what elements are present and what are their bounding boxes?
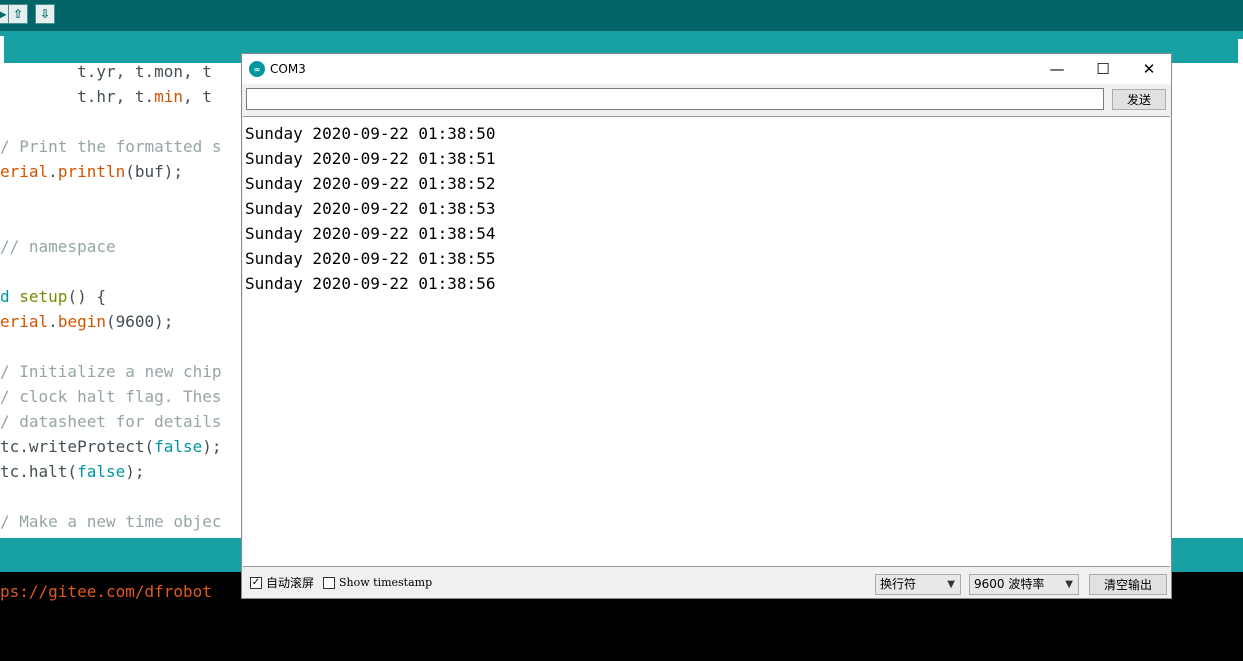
baud-value: 9600 波特率 bbox=[974, 577, 1045, 591]
save-icon[interactable]: ⇩ bbox=[35, 4, 55, 24]
code-token: d bbox=[0, 287, 20, 306]
code-token: false bbox=[154, 437, 203, 456]
autoscroll-checkbox[interactable]: ✓ bbox=[250, 577, 262, 589]
code-token: , t bbox=[183, 87, 212, 106]
chevron-down-icon: ▼ bbox=[1065, 579, 1073, 590]
code-token: erial bbox=[0, 162, 49, 181]
ide-toolbar: ▶ ⇧ ⇩ bbox=[0, 0, 1243, 31]
code-token: / Initialize a new chip bbox=[0, 362, 222, 381]
code-line: / datasheet for details bbox=[0, 409, 222, 434]
timestamp-checkbox[interactable] bbox=[323, 577, 335, 589]
code-token: (buf); bbox=[125, 162, 184, 181]
code-token: () { bbox=[67, 287, 106, 306]
minimize-button[interactable]: — bbox=[1034, 54, 1080, 84]
output-line: Sunday 2020-09-22 01:38:50 bbox=[245, 124, 496, 143]
code-token: ); bbox=[125, 462, 145, 481]
code-token: setup bbox=[19, 287, 68, 306]
code-token: / clock halt flag. Thes bbox=[0, 387, 222, 406]
console-line: ps://gitee.com/dfrobot bbox=[0, 582, 212, 601]
code-token: t.yr, t.mon, t bbox=[0, 62, 212, 81]
code-token: / Make a new time objec bbox=[0, 512, 222, 531]
close-button[interactable]: ✕ bbox=[1126, 54, 1172, 84]
code-line: / Make a new time objec bbox=[0, 509, 222, 534]
maximize-button[interactable]: ☐ bbox=[1080, 54, 1126, 84]
code-token: min bbox=[154, 87, 184, 106]
serial-monitor-window: ∞ COM3 — ☐ ✕ 发送 Sunday 2020-09-22 01:38:… bbox=[241, 53, 1172, 599]
code-token: // namespace bbox=[0, 237, 116, 256]
code-line: / clock halt flag. Thes bbox=[0, 384, 222, 409]
send-input[interactable] bbox=[246, 88, 1104, 110]
title-bar[interactable]: ∞ COM3 — ☐ ✕ bbox=[242, 54, 1171, 84]
code-token: (9600); bbox=[105, 312, 174, 331]
output-line: Sunday 2020-09-22 01:38:54 bbox=[245, 224, 496, 243]
code-token: / datasheet for details bbox=[0, 412, 222, 431]
code-line: // namespace bbox=[0, 234, 116, 259]
code-token: ); bbox=[202, 437, 222, 456]
timestamp-label: Show timestamp bbox=[339, 576, 433, 589]
send-row: 发送 bbox=[242, 84, 1171, 116]
code-token: false bbox=[77, 462, 126, 481]
code-token: begin bbox=[57, 312, 106, 331]
code-line: erial.println(buf); bbox=[0, 159, 183, 184]
tab-menu-edge bbox=[1238, 39, 1243, 63]
code-token: . bbox=[48, 312, 58, 331]
code-token: t.hr, t. bbox=[0, 87, 155, 106]
arduino-icon: ∞ bbox=[249, 61, 265, 77]
code-line: erial.begin(9600); bbox=[0, 309, 173, 334]
code-token: tc.writeProtect( bbox=[0, 437, 155, 456]
code-token: println bbox=[57, 162, 126, 181]
bottom-controls: ✓ 自动滚屏 Show timestamp 换行符 ▼ 9600 波特率 ▼ 清… bbox=[242, 567, 1171, 598]
code-token: tc.halt( bbox=[0, 462, 78, 481]
line-ending-value: 换行符 bbox=[880, 577, 917, 591]
code-token: / Print the formatted s bbox=[0, 137, 222, 156]
code-line: tc.halt(false); bbox=[0, 459, 145, 484]
code-line: d setup() { bbox=[0, 284, 106, 309]
code-line: / Print the formatted s bbox=[0, 134, 222, 159]
code-line: tc.writeProtect(false); bbox=[0, 434, 222, 459]
line-ending-select[interactable]: 换行符 ▼ bbox=[875, 574, 961, 595]
code-line: / Initialize a new chip bbox=[0, 359, 222, 384]
chevron-down-icon: ▼ bbox=[947, 579, 955, 590]
output-line: Sunday 2020-09-22 01:38:53 bbox=[245, 199, 496, 218]
autoscroll-label: 自动滚屏 bbox=[266, 576, 315, 590]
output-line: Sunday 2020-09-22 01:38:52 bbox=[245, 174, 496, 193]
code-token: . bbox=[48, 162, 58, 181]
code-line: t.hr, t.min, t bbox=[0, 84, 212, 109]
output-line: Sunday 2020-09-22 01:38:51 bbox=[245, 149, 496, 168]
baud-select[interactable]: 9600 波特率 ▼ bbox=[969, 574, 1079, 595]
send-button[interactable]: 发送 bbox=[1112, 89, 1166, 110]
open-icon[interactable]: ⇧ bbox=[8, 4, 28, 24]
output-line: Sunday 2020-09-22 01:38:56 bbox=[245, 274, 496, 293]
serial-output[interactable]: Sunday 2020-09-22 01:38:50 Sunday 2020-09… bbox=[243, 116, 1170, 567]
code-line: t.yr, t.mon, t bbox=[0, 59, 212, 84]
clear-output-button[interactable]: 清空输出 bbox=[1089, 574, 1167, 595]
output-line: Sunday 2020-09-22 01:38:55 bbox=[245, 249, 496, 268]
code-token: erial bbox=[0, 312, 49, 331]
window-title: COM3 bbox=[270, 62, 306, 76]
